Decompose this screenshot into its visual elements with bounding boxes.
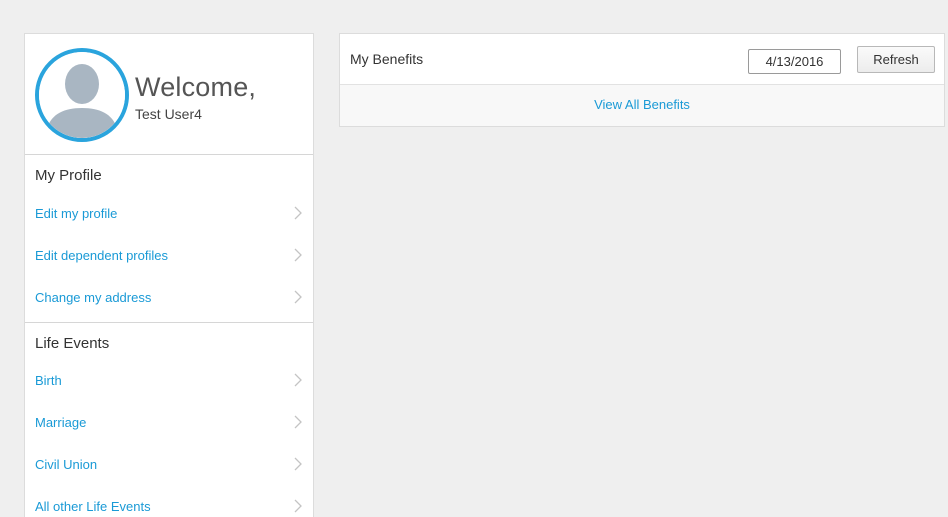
nav-item-change-my-address[interactable]: Change my address [25,280,313,322]
chevron-right-icon [294,290,302,304]
nav-item-label: Edit dependent profiles [35,248,168,263]
nav-item-label: Marriage [35,415,87,430]
welcome-title: Welcome, [135,72,257,102]
nav-item-label: Civil Union [35,457,98,472]
user-silhouette-icon [39,52,125,138]
nav-item-label: Birth [35,373,62,388]
view-all-benefits-link[interactable]: View All Benefits [594,97,690,112]
user-name: Test User4 [135,106,202,122]
chevron-right-icon [294,415,302,429]
chevron-right-icon [294,248,302,262]
nav-item-label: All other Life Events [35,499,151,514]
nav-item-edit-my-profile[interactable]: Edit my profile [25,196,313,238]
nav-item-edit-dependent-profiles[interactable]: Edit dependent profiles [25,238,313,280]
nav-item-label: Edit my profile [35,206,118,221]
welcome-panel: Welcome, Test User4 [25,34,313,155]
avatar [35,48,129,142]
section-heading-life-events: Life Events [25,322,313,363]
nav-item-civil-union[interactable]: Civil Union [25,447,313,489]
chevron-right-icon [294,499,302,513]
benefits-header: My Benefits Refresh [340,34,944,85]
nav-item-label: Change my address [35,290,152,305]
benefits-date-input[interactable] [748,49,841,74]
benefits-panel: My Benefits Refresh View All Benefits [339,33,945,127]
chevron-right-icon [294,373,302,387]
nav-item-marriage[interactable]: Marriage [25,405,313,447]
section-heading-my-profile: My Profile [35,167,102,184]
sidebar: Welcome, Test User4 My Profile Edit my p… [24,33,314,517]
chevron-right-icon [294,457,302,471]
refresh-button[interactable]: Refresh [857,46,935,73]
benefits-title: My Benefits [350,51,424,67]
nav-item-all-other-life-events[interactable]: All other Life Events [25,489,313,517]
nav-item-birth[interactable]: Birth [25,363,313,405]
benefits-footer: View All Benefits [340,85,944,126]
chevron-right-icon [294,206,302,220]
